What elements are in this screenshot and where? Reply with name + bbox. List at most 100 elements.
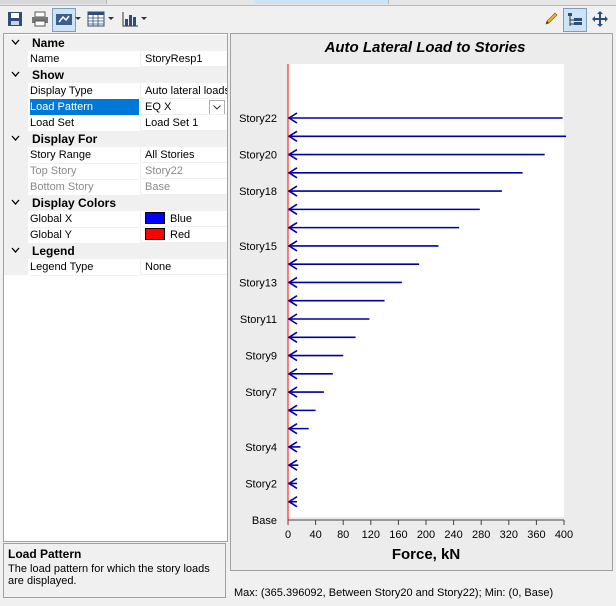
- document-tab-active[interactable]: [254, 0, 389, 4]
- plot-area: [288, 64, 564, 517]
- property-name: Story Range: [30, 147, 139, 164]
- property-name: Global Y: [30, 227, 139, 244]
- x-tick-label: 360: [527, 529, 545, 541]
- story-label: Base: [252, 515, 277, 527]
- format-options-button[interactable]: [52, 8, 76, 32]
- edit-button[interactable]: [541, 8, 561, 30]
- category-label: Show: [32, 68, 64, 82]
- table-button[interactable]: [85, 8, 107, 30]
- property-row-name[interactable]: Name StoryResp1: [4, 51, 227, 68]
- description-text: The load pattern for which the story loa…: [8, 563, 210, 587]
- tree-view-button[interactable]: [563, 8, 587, 32]
- story-label: Story18: [239, 186, 277, 198]
- property-name: Load Set: [30, 115, 139, 132]
- category-label: Name: [32, 36, 65, 50]
- property-grid: Name Name StoryResp1 Show Display Type A…: [3, 33, 228, 542]
- story-label: Story11: [240, 314, 277, 326]
- property-row-display-type[interactable]: Display Type Auto lateral loads t: [4, 83, 227, 100]
- x-tick-label: 240: [444, 529, 462, 541]
- chart-dropdown[interactable]: [141, 8, 147, 30]
- x-tick-label: 280: [472, 529, 490, 541]
- story-label: Story7: [245, 387, 277, 399]
- x-tick-label: 320: [500, 529, 518, 541]
- property-row-load-pattern[interactable]: Load Pattern EQ X: [4, 99, 227, 116]
- format-options-dropdown[interactable]: [75, 8, 81, 30]
- x-tick-label: 80: [337, 529, 349, 541]
- property-value: EQ X: [145, 101, 172, 113]
- property-name: Display Type: [30, 83, 139, 100]
- property-value[interactable]: Load Set 1: [140, 115, 227, 131]
- story-label: Story2: [245, 478, 277, 490]
- move-button[interactable]: [590, 8, 610, 30]
- save-icon: [8, 12, 22, 26]
- chevron-down-icon[interactable]: [11, 70, 20, 78]
- status-text: Max: (365.396092, Between Story20 and St…: [234, 587, 554, 599]
- chevron-down-icon: [213, 105, 221, 110]
- table-icon: [87, 11, 105, 27]
- color-swatch: [145, 212, 165, 225]
- chevron-down-icon[interactable]: [11, 198, 20, 206]
- x-tick-label: 200: [417, 529, 435, 541]
- color-value[interactable]: Blue: [140, 211, 227, 227]
- category-show[interactable]: Show: [4, 67, 227, 83]
- toolbar: [0, 6, 616, 32]
- story-label: Story13: [239, 277, 277, 289]
- chart-button[interactable]: [119, 8, 141, 30]
- description-title: Load Pattern: [8, 547, 82, 561]
- category-legend[interactable]: Legend: [4, 243, 227, 259]
- print-button[interactable]: [29, 8, 51, 30]
- table-dropdown[interactable]: [108, 8, 114, 30]
- property-name: Top Story: [30, 163, 139, 180]
- chart-panel: Auto Lateral Load to Stories Base Story2 S…: [230, 33, 613, 571]
- load-chart[interactable]: Auto Lateral Load to Stories Base Story2 S…: [231, 34, 612, 570]
- color-value[interactable]: Red: [140, 227, 227, 243]
- save-button[interactable]: [5, 8, 25, 30]
- chevron-down-icon[interactable]: [11, 246, 20, 254]
- chevron-down-icon: [108, 17, 114, 20]
- category-display-colors[interactable]: Display Colors: [4, 195, 227, 211]
- story-label: Story22: [239, 113, 277, 125]
- property-row-global-x[interactable]: Global X Blue: [4, 211, 227, 228]
- property-value: Red: [170, 229, 191, 241]
- story-label: Story9: [245, 351, 277, 363]
- story-label: Story15: [239, 241, 277, 253]
- property-value[interactable]: All Stories: [140, 147, 227, 163]
- story-label: Story20: [239, 150, 277, 162]
- x-tick-label: 0: [285, 529, 291, 541]
- category-display-for[interactable]: Display For: [4, 131, 227, 147]
- property-name: Load Pattern: [30, 99, 139, 116]
- property-value[interactable]: Auto lateral loads t: [140, 83, 227, 99]
- property-name: Bottom Story: [30, 179, 139, 196]
- story-label: Story4: [245, 442, 277, 454]
- category-label: Display Colors: [32, 196, 117, 210]
- property-value[interactable]: None: [140, 259, 227, 275]
- chevron-down-icon[interactable]: [11, 38, 20, 46]
- x-tick-label: 40: [309, 529, 321, 541]
- x-tick-label: 400: [555, 529, 573, 541]
- property-name: Legend Type: [30, 259, 139, 276]
- property-value: Blue: [170, 213, 193, 225]
- property-value[interactable]: StoryResp1: [140, 51, 227, 67]
- color-swatch: [145, 228, 165, 241]
- category-label: Display For: [32, 132, 98, 146]
- x-axis-label: Force, kN: [392, 546, 460, 563]
- category-label: Legend: [32, 244, 75, 258]
- chevron-down-icon[interactable]: [11, 134, 20, 142]
- chevron-down-icon: [141, 17, 147, 20]
- move-icon: [592, 11, 608, 27]
- x-tick-label: 160: [389, 529, 407, 541]
- load-pattern-select[interactable]: EQ X: [140, 99, 227, 115]
- property-description: Load Pattern The load pattern for which …: [3, 543, 226, 598]
- x-tick-label: 120: [362, 529, 380, 541]
- property-row-legend-type[interactable]: Legend Type None: [4, 259, 227, 276]
- property-value: Base: [140, 179, 227, 195]
- property-row-top-story: Top Story Story22: [4, 163, 227, 180]
- property-row-load-set[interactable]: Load Set Load Set 1: [4, 115, 227, 132]
- category-name[interactable]: Name: [4, 35, 227, 51]
- dropdown-button[interactable]: [209, 100, 225, 114]
- status-bar: Max: (365.396092, Between Story20 and St…: [230, 571, 611, 601]
- property-row-global-y[interactable]: Global Y Red: [4, 227, 227, 244]
- document-tab[interactable]: [0, 0, 107, 4]
- property-row-story-range[interactable]: Story Range All Stories: [4, 147, 227, 164]
- property-name: Name: [30, 51, 139, 68]
